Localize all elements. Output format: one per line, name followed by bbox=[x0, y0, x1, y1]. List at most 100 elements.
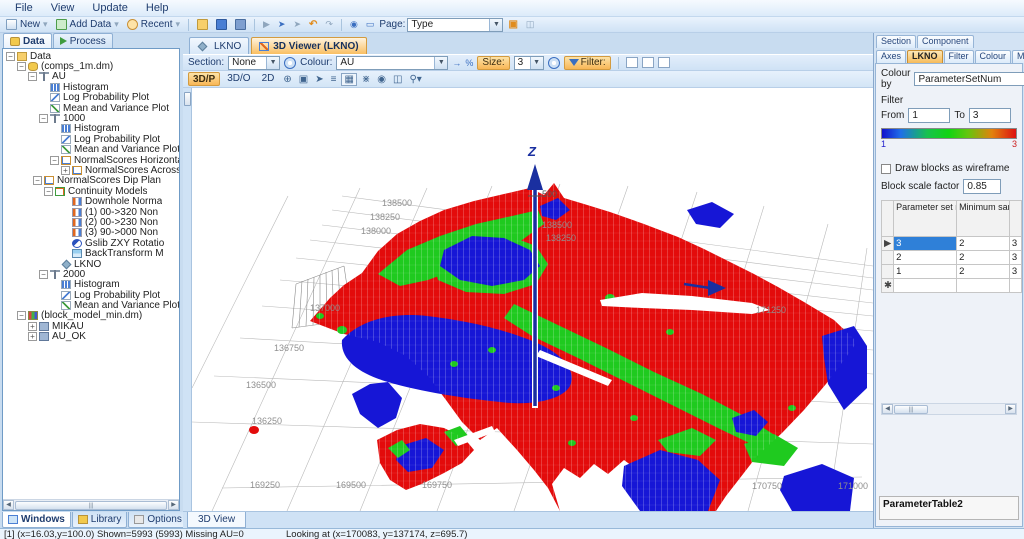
chevron-down-icon[interactable]: ▼ bbox=[434, 57, 447, 69]
redo-button[interactable]: ↷ bbox=[322, 18, 336, 32]
menu-help[interactable]: Help bbox=[137, 1, 178, 15]
select-tool-icon[interactable]: ➤ bbox=[313, 74, 325, 85]
section-combo[interactable]: ▼ bbox=[228, 56, 280, 70]
tree-item-comps-1m[interactable]: −(comps_1m.dm) bbox=[3, 61, 179, 71]
cell[interactable]: 1 bbox=[894, 265, 957, 279]
run-button[interactable]: ▶ bbox=[260, 18, 273, 32]
row-selector-icon[interactable]: ▶ bbox=[882, 237, 894, 251]
chevron-down-icon[interactable]: ▼ bbox=[530, 57, 543, 69]
section-input[interactable] bbox=[229, 57, 266, 68]
tree-item-1000-histogram[interactable]: Histogram bbox=[3, 124, 179, 134]
colour-input[interactable] bbox=[337, 57, 434, 68]
tab-library[interactable]: Library bbox=[72, 512, 128, 528]
measure-icon[interactable]: ≡ bbox=[329, 74, 339, 85]
wireframe-checkbox[interactable] bbox=[881, 164, 891, 174]
tree-item-2000-logprob[interactable]: Log Probability Plot bbox=[3, 290, 179, 300]
save-all-button[interactable] bbox=[232, 18, 249, 32]
menu-view[interactable]: View bbox=[42, 1, 84, 15]
zoom-window-icon[interactable]: ▣ bbox=[297, 74, 310, 85]
tree-item-1000-meanvar[interactable]: Mean and Variance Plot bbox=[3, 145, 179, 155]
cell[interactable] bbox=[1009, 279, 1021, 293]
tree-item-normalscores-dip-plane[interactable]: −NormalScores Dip Plan bbox=[3, 176, 179, 186]
layout-button[interactable]: ▣ bbox=[505, 18, 520, 32]
new-button[interactable]: New▾ bbox=[3, 18, 51, 32]
expand-icon[interactable]: + bbox=[28, 322, 37, 331]
collapse-icon[interactable]: − bbox=[39, 270, 48, 279]
tab-process[interactable]: Process bbox=[53, 33, 113, 48]
col-minimum-samples[interactable]: Minimum samples bbox=[957, 201, 1010, 237]
3d-viewport[interactable]: Z 500 138500 138250 138000 138500 138250… bbox=[192, 88, 873, 511]
collapse-icon[interactable]: − bbox=[44, 187, 53, 196]
page-type-combo[interactable]: ▼ bbox=[407, 18, 503, 32]
tab-lkno[interactable]: LKNO bbox=[189, 37, 249, 54]
tree-item-variogram-1[interactable]: (1) 00->320 Non bbox=[3, 207, 179, 217]
tab-component[interactable]: Component bbox=[917, 35, 974, 48]
apply-arrow-icon[interactable]: → bbox=[452, 58, 461, 68]
scroll-right-icon[interactable]: ▶ bbox=[168, 500, 179, 510]
tree-item-block-model[interactable]: −(block_model_min.dm) bbox=[3, 311, 179, 321]
open-button[interactable] bbox=[194, 18, 211, 32]
grid-toggle-icon[interactable]: ▦ bbox=[341, 73, 356, 86]
tree-item-2000-meanvar[interactable]: Mean and Variance Plot bbox=[3, 300, 179, 310]
cell[interactable]: 2 bbox=[894, 251, 957, 265]
tree-item-normalscores-horizontal[interactable]: −NormalScores Horizontal (32 bbox=[3, 155, 179, 165]
tab-lkno-props[interactable]: LKNO bbox=[907, 50, 943, 63]
select-button[interactable]: ➤ bbox=[275, 18, 289, 32]
collapse-icon[interactable]: − bbox=[39, 114, 48, 123]
expand-icon[interactable]: + bbox=[28, 332, 37, 341]
chevron-down-icon[interactable]: ▼ bbox=[489, 19, 502, 31]
cell[interactable]: 3 bbox=[1009, 251, 1021, 265]
filter-chip[interactable]: Filter: bbox=[564, 56, 611, 70]
tree-item-au-ok[interactable]: +AU_OK bbox=[3, 332, 179, 342]
scroll-left-icon[interactable]: ◀ bbox=[3, 500, 14, 510]
tree-item-2000-histogram[interactable]: Histogram bbox=[3, 280, 179, 290]
tree-item-au-logprob[interactable]: Log Probability Plot bbox=[3, 93, 179, 103]
window-icon[interactable]: ◫ bbox=[391, 74, 404, 85]
tree-item-au-meanvar[interactable]: Mean and Variance Plot bbox=[3, 103, 179, 113]
tree-item-backtransform[interactable]: BackTransform M bbox=[3, 248, 179, 258]
new-row-icon[interactable]: ✱ bbox=[882, 279, 894, 293]
col-parameter-set-number[interactable]: Parameter set number bbox=[894, 201, 957, 237]
cell[interactable]: 2 bbox=[957, 265, 1010, 279]
collapse-icon[interactable]: − bbox=[17, 311, 26, 320]
tree-item-downhole-normal[interactable]: Downhole Norma bbox=[3, 196, 179, 206]
colour-by-combo[interactable]: ▼ bbox=[914, 72, 1024, 86]
chevron-down-icon[interactable]: ▼ bbox=[266, 57, 279, 69]
tab-missing[interactable]: Missing bbox=[1012, 50, 1024, 63]
zoom-page-button[interactable]: ◉ bbox=[347, 18, 361, 32]
mode-2d[interactable]: 2D bbox=[258, 72, 279, 86]
tab-colour[interactable]: Colour bbox=[975, 50, 1012, 63]
tree-item-1000-logprob[interactable]: Log Probability Plot bbox=[3, 134, 179, 144]
filter-from-input[interactable] bbox=[908, 108, 950, 123]
orbit-icon[interactable] bbox=[548, 57, 560, 69]
tab-3d-viewer-lkno[interactable]: 3D Viewer (LKNO) bbox=[251, 37, 366, 54]
scrollbar-thumb[interactable]: ||| bbox=[15, 501, 167, 510]
menu-update[interactable]: Update bbox=[83, 1, 136, 15]
collapse-icon[interactable]: − bbox=[17, 62, 26, 71]
tree-item-lkno[interactable]: LKNO bbox=[3, 259, 179, 269]
percent-icon[interactable]: % bbox=[465, 58, 473, 68]
tree-item-data[interactable]: −Data bbox=[3, 51, 179, 61]
tab-section[interactable]: Section bbox=[876, 35, 916, 48]
visibility-icon[interactable]: ◉ bbox=[375, 74, 388, 85]
size-input[interactable] bbox=[515, 57, 530, 68]
scroll-left-icon[interactable]: ◀ bbox=[882, 404, 893, 414]
cell[interactable]: 3 bbox=[1009, 265, 1021, 279]
tree-item-normalscores-across-strike[interactable]: +NormalScores Across Strik bbox=[3, 165, 179, 175]
size-chip[interactable]: Size: bbox=[477, 56, 509, 70]
tree-item-mikau[interactable]: +MIKAU bbox=[3, 321, 179, 331]
mode-3d-ortho[interactable]: 3D/O bbox=[223, 72, 254, 86]
scroll-right-icon[interactable]: ▶ bbox=[1005, 404, 1016, 414]
tree-item-continuity-models[interactable]: −Continuity Models bbox=[3, 186, 179, 196]
tree-item-au-histogram[interactable]: Histogram bbox=[3, 82, 179, 92]
cell[interactable]: 2 bbox=[957, 237, 1010, 251]
col-cropped[interactable] bbox=[1009, 201, 1021, 237]
mode-3d-perspective[interactable]: 3D/P bbox=[188, 72, 220, 86]
tree-item-variogram-2[interactable]: (2) 00->230 Non bbox=[3, 217, 179, 227]
colour-combo[interactable]: ▼ bbox=[336, 56, 448, 70]
tab-filter[interactable]: Filter bbox=[944, 50, 974, 63]
clip-plane-button-2[interactable] bbox=[642, 57, 654, 68]
pan-icon[interactable]: ⊕ bbox=[281, 74, 293, 85]
tab-data[interactable]: Data bbox=[3, 33, 52, 48]
scrollbar-thumb[interactable]: ||| bbox=[894, 405, 928, 414]
